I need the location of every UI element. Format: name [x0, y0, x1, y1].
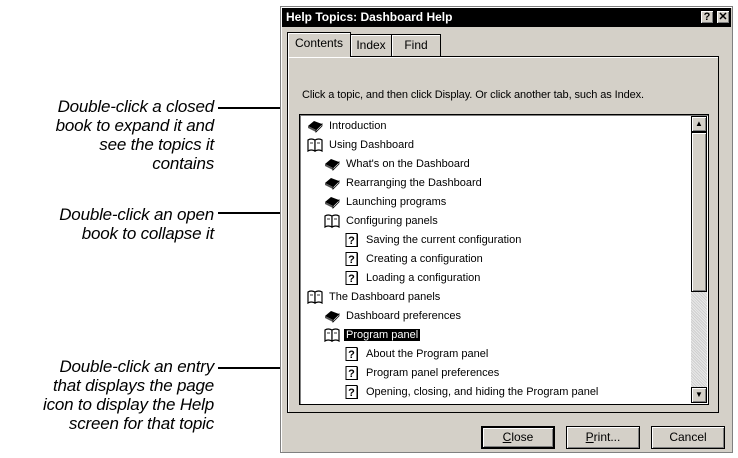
tree-item[interactable]: ? Program panel preferences	[344, 364, 501, 382]
tree-item[interactable]: ? Loading a configuration	[344, 269, 482, 287]
svg-text:?: ?	[348, 387, 355, 399]
callout-line: Double-click a closed	[57, 97, 215, 116]
tree-item[interactable]: What's on the Dashboard	[324, 155, 472, 173]
print-label-rest: rint...	[593, 430, 621, 444]
help-button[interactable]: ?	[700, 10, 714, 24]
callout-line: screen for that topic	[68, 414, 214, 433]
page-icon: ?	[344, 271, 360, 285]
tree-item-label: Launching programs	[346, 196, 447, 208]
page-icon: ?	[344, 252, 360, 266]
callout-line: book to collapse it	[81, 224, 214, 243]
scroll-down-button[interactable]: ▼	[691, 387, 707, 403]
svg-text:?: ?	[348, 235, 355, 247]
tree-item-label: Saving the current configuration	[366, 234, 522, 246]
instructions-text: Click a topic, and then click Display. O…	[302, 89, 645, 101]
tree-item[interactable]: Using Dashboard	[307, 136, 416, 154]
tree-item[interactable]: Rearranging the Dashboard	[324, 174, 484, 192]
tree-item[interactable]: Launching programs	[324, 193, 448, 211]
vertical-scrollbar[interactable]: ▲ ▼	[691, 116, 707, 403]
page-icon: ?	[344, 366, 360, 380]
open-book-icon	[324, 214, 340, 229]
tree-item-label: Opening, closing, and hiding the Program…	[366, 386, 599, 398]
tree-item[interactable]: ? Creating a configuration	[344, 250, 485, 268]
svg-text:?: ?	[348, 349, 355, 361]
close-window-button[interactable]: ✕	[716, 10, 730, 24]
closed-book-icon	[324, 176, 340, 190]
scroll-thumb[interactable]	[691, 132, 707, 292]
callout-line: book to expand it and	[55, 116, 215, 135]
help-topics-dialog: Help Topics: Dashboard Help ? ✕ Contents…	[280, 6, 733, 453]
topics-tree[interactable]: Introduction Using Dashboard What's on the…	[299, 114, 709, 405]
tree-item-label: Program panel	[344, 329, 421, 341]
callout-line: that displays the page	[53, 376, 214, 395]
callout-open-book: Double-click an open book to collapse it	[0, 205, 214, 243]
svg-text:?: ?	[348, 273, 355, 285]
tree-item[interactable]: Program panel	[324, 326, 421, 344]
tree-item-label: Rearranging the Dashboard	[346, 177, 482, 189]
svg-text:?: ?	[348, 368, 355, 380]
close-label-rest: lose	[511, 430, 534, 444]
close-button[interactable]: Close	[481, 426, 555, 449]
svg-text:?: ?	[348, 254, 355, 266]
tree-item-label: Creating a configuration	[366, 253, 483, 265]
open-book-icon	[307, 290, 323, 305]
tree-item[interactable]: The Dashboard panels	[307, 288, 442, 306]
callout-line: Double-click an open	[59, 205, 214, 224]
open-book-icon	[324, 328, 340, 343]
tree-item-label: Dashboard preferences	[346, 310, 461, 322]
tab-contents[interactable]: Contents	[287, 32, 351, 57]
page-icon: ?	[344, 347, 360, 361]
tree-item[interactable]: Introduction	[307, 117, 388, 135]
callout-line: contains	[152, 154, 214, 173]
page-icon: ?	[344, 233, 360, 247]
page-icon: ?	[344, 385, 360, 399]
tree-item-label: Introduction	[329, 120, 387, 132]
closed-book-icon	[324, 157, 340, 171]
tab-index[interactable]: Index	[350, 34, 392, 56]
print-accel: P	[585, 430, 594, 444]
contents-panel: Click a topic, and then click Display. O…	[287, 56, 719, 413]
tree-item-label: The Dashboard panels	[329, 291, 441, 303]
callout-closed-book: Double-click a closed book to expand it …	[0, 97, 215, 173]
tree-item-label: Using Dashboard	[329, 139, 414, 151]
callout-line: icon to display the Help	[43, 395, 214, 414]
tree-item[interactable]: ? Opening, closing, and hiding the Progra…	[344, 383, 600, 401]
callout-line: see the topics it	[99, 135, 214, 154]
tree-item[interactable]: ? About the Program panel	[344, 345, 490, 363]
tree-item-label: About the Program panel	[366, 348, 489, 360]
tree-item-label: Loading a configuration	[366, 272, 481, 284]
cancel-button[interactable]: Cancel	[651, 426, 725, 449]
callout-page-entry: Double-click an entry that displays the …	[0, 357, 214, 433]
closed-book-icon	[324, 195, 340, 209]
tree-item-label: Program panel preferences	[366, 367, 500, 379]
window-title: Help Topics: Dashboard Help	[286, 10, 453, 24]
tab-find[interactable]: Find	[391, 34, 441, 56]
print-button[interactable]: Print...	[566, 426, 640, 449]
tree-item[interactable]: ? Saving the current configuration	[344, 231, 523, 249]
closed-book-icon	[307, 119, 323, 133]
open-book-icon	[307, 138, 323, 153]
tree-item-label: What's on the Dashboard	[346, 158, 470, 170]
tree-item[interactable]: Dashboard preferences	[324, 307, 463, 325]
scroll-up-button[interactable]: ▲	[691, 116, 707, 132]
tree-item-label: Configuring panels	[346, 215, 438, 227]
closed-book-icon	[324, 309, 340, 323]
title-bar: Help Topics: Dashboard Help ? ✕	[282, 8, 731, 27]
callout-line: Double-click an entry	[59, 357, 214, 376]
tree-item[interactable]: Configuring panels	[324, 212, 440, 230]
